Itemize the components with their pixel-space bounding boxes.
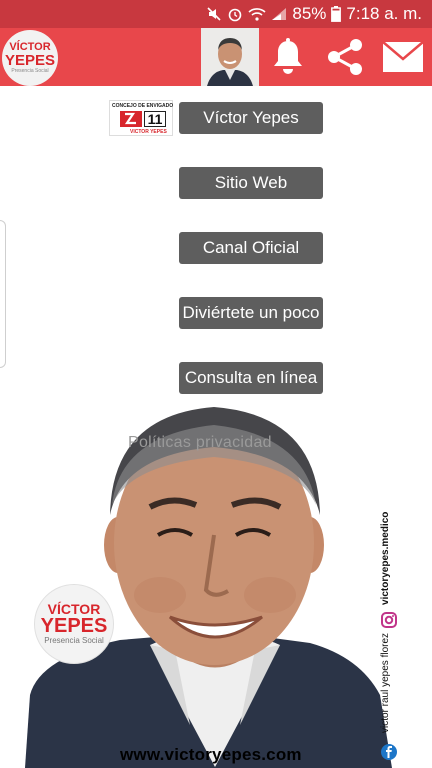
- council-badge: CONCEJO DE ENVIGADO 11 VICTOR YEPES: [109, 100, 173, 136]
- social-strip: victoryepes.medico victor raul yepes flo…: [362, 505, 402, 763]
- battery-percent: 85%: [292, 4, 327, 23]
- consulta-en-linea-button[interactable]: Consulta en línea: [179, 362, 323, 394]
- privacy-policy-link[interactable]: Políticas privacidad: [128, 434, 272, 452]
- mute-icon: [206, 6, 222, 22]
- canal-oficial-button[interactable]: Canal Oficial: [179, 232, 323, 264]
- badge-title: CONCEJO DE ENVIGADO: [112, 103, 174, 109]
- facebook-name[interactable]: victor raul yepes florez: [380, 633, 391, 733]
- app-logo[interactable]: VÍCTOR YEPES Presencia Social: [2, 30, 58, 86]
- battery-icon: [331, 6, 342, 22]
- app-bar: VÍCTOR YEPES Presencia Social: [0, 28, 432, 86]
- wifi-icon: [248, 7, 266, 21]
- status-bar: 85% 7:18 a. m.: [0, 0, 432, 28]
- sitio-web-button[interactable]: Sitio Web: [179, 167, 323, 199]
- share-icon[interactable]: [323, 35, 367, 79]
- brand-logo-line2: YEPES: [40, 615, 108, 637]
- avatar[interactable]: [201, 28, 259, 86]
- brand-logo-line3: Presencia Social: [44, 636, 104, 645]
- diviertete-button[interactable]: Diviértete un poco: [179, 297, 323, 329]
- clock: 7:18 a. m.: [346, 4, 422, 23]
- brand-logo-line1: VÍCTOR: [47, 601, 101, 617]
- brand-logo: VÍCTOR YEPES Presencia Social: [35, 585, 113, 663]
- badge-number: 11: [144, 111, 166, 127]
- victor-yepes-button[interactable]: Víctor Yepes: [179, 102, 323, 134]
- logo-line3: Presencia Social: [11, 68, 49, 74]
- logo-line2: YEPES: [4, 52, 56, 69]
- badge-name: VICTOR YEPES: [130, 129, 167, 135]
- drawer-edge-handle[interactable]: [0, 220, 6, 368]
- instagram-handle[interactable]: victoryepes.medico: [380, 512, 391, 605]
- website-url[interactable]: www.victoryepes.com: [120, 745, 302, 765]
- alarm-icon: [227, 6, 243, 22]
- signal-icon: [271, 7, 287, 21]
- mail-icon[interactable]: [380, 35, 426, 79]
- bell-icon[interactable]: [266, 35, 310, 79]
- party-mark: [120, 111, 142, 127]
- facebook-icon[interactable]: [381, 744, 397, 760]
- instagram-icon[interactable]: [381, 612, 397, 628]
